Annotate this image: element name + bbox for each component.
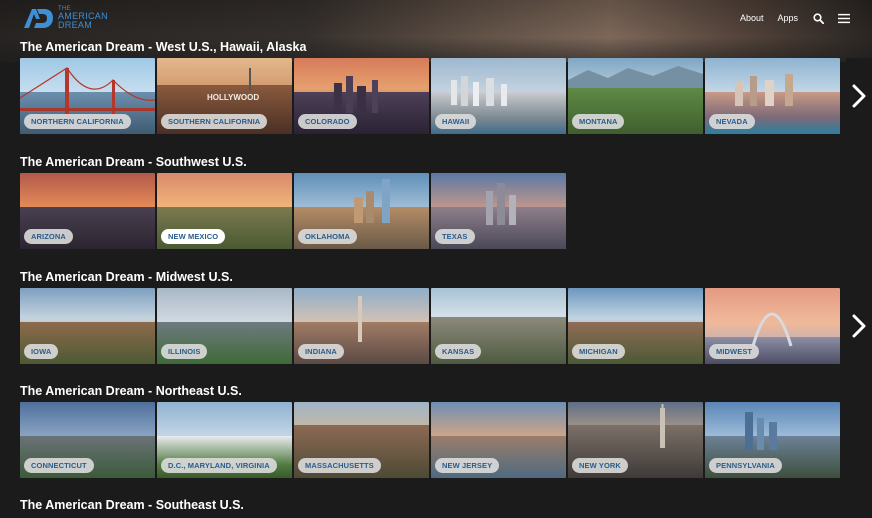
site-logo[interactable]: THE AMERICAN DREAM xyxy=(22,6,108,30)
tile-label: OKLAHOMA xyxy=(298,229,357,244)
section-title-southeast: The American Dream - Southeast U.S. xyxy=(20,498,244,512)
search-icon[interactable] xyxy=(812,12,824,24)
nav-about-link[interactable]: About xyxy=(740,13,764,23)
tile-row-west: NORTHERN CALIFORNIA HOLLYWOOD SOUTHERN C… xyxy=(20,58,872,134)
tile-montana[interactable]: MONTANA xyxy=(568,58,703,134)
tile-northern-california[interactable]: NORTHERN CALIFORNIA xyxy=(20,58,155,134)
nav-apps-link[interactable]: Apps xyxy=(777,13,798,23)
tile-label: D.C., MARYLAND, VIRGINIA xyxy=(161,458,277,473)
tile-label: NEW JERSEY xyxy=(435,458,500,473)
tile-label: MIDWEST xyxy=(709,344,760,359)
tile-pennsylvania[interactable]: PENNSYLVANIA xyxy=(705,402,840,478)
hamburger-menu-icon[interactable] xyxy=(838,12,850,24)
section-southwest: The American Dream - Southwest U.S. ARIZ… xyxy=(20,153,872,249)
tile-illinois[interactable]: ILLINOIS xyxy=(157,288,292,364)
section-northeast: The American Dream - Northeast U.S. CONN… xyxy=(20,382,872,478)
tile-label: COLORADO xyxy=(298,114,357,129)
logo-text-dream: DREAM xyxy=(58,20,93,30)
tile-midwest[interactable]: MIDWEST xyxy=(705,288,840,364)
tile-label: MASSACHUSETTS xyxy=(298,458,381,473)
section-title-northeast: The American Dream - Northeast U.S. xyxy=(20,384,242,398)
tile-michigan[interactable]: MICHIGAN xyxy=(568,288,703,364)
chevron-right-icon xyxy=(852,314,866,338)
tile-label: TEXAS xyxy=(435,229,475,244)
tile-connecticut[interactable]: CONNECTICUT xyxy=(20,402,155,478)
tile-label: SOUTHERN CALIFORNIA xyxy=(161,114,268,129)
tile-colorado[interactable]: COLORADO xyxy=(294,58,429,134)
svg-text:HOLLYWOOD: HOLLYWOOD xyxy=(207,93,259,102)
tile-indiana[interactable]: INDIANA xyxy=(294,288,429,364)
row-next-arrow-west[interactable] xyxy=(846,58,872,134)
top-navigation-bar: THE AMERICAN DREAM About Apps xyxy=(0,0,872,36)
tile-label: ARIZONA xyxy=(24,229,73,244)
tile-iowa[interactable]: IOWA xyxy=(20,288,155,364)
tile-texas[interactable]: TEXAS xyxy=(431,173,566,249)
tile-label: HAWAII xyxy=(435,114,477,129)
tile-dc-maryland-virginia[interactable]: D.C., MARYLAND, VIRGINIA xyxy=(157,402,292,478)
section-title-west: The American Dream - West U.S., Hawaii, … xyxy=(20,40,307,54)
tile-label: CONNECTICUT xyxy=(24,458,94,473)
tile-label: NEW MEXICO xyxy=(161,229,226,244)
main-nav: About Apps xyxy=(740,12,850,24)
tile-label: PENNSYLVANIA xyxy=(709,458,782,473)
section-title-midwest: The American Dream - Midwest U.S. xyxy=(20,270,233,284)
tile-label: KANSAS xyxy=(435,344,482,359)
tile-label: NEW YORK xyxy=(572,458,628,473)
logo-mark-icon xyxy=(24,9,53,28)
tile-row-northeast: CONNECTICUT D.C., MARYLAND, VIRGINIA MAS… xyxy=(20,402,872,478)
tile-kansas[interactable]: KANSAS xyxy=(431,288,566,364)
tile-label: IOWA xyxy=(24,344,59,359)
tile-row-southwest: ARIZONA NEW MEXICO OKLAHOMA TEXAS xyxy=(20,173,872,249)
tile-label: NORTHERN CALIFORNIA xyxy=(24,114,131,129)
section-southeast: The American Dream - Southeast U.S. xyxy=(20,496,872,514)
tile-label: ILLINOIS xyxy=(161,344,208,359)
tile-new-york[interactable]: NEW YORK xyxy=(568,402,703,478)
tile-massachusetts[interactable]: MASSACHUSETTS xyxy=(294,402,429,478)
tile-southern-california[interactable]: HOLLYWOOD SOUTHERN CALIFORNIA xyxy=(157,58,292,134)
chevron-right-icon xyxy=(852,84,866,108)
tile-hawaii[interactable]: HAWAII xyxy=(431,58,566,134)
tile-row-midwest: IOWA ILLINOIS INDIANA KANSAS MICHIGAN MI… xyxy=(20,288,872,364)
tile-label: MONTANA xyxy=(572,114,625,129)
section-title-southwest: The American Dream - Southwest U.S. xyxy=(20,155,247,169)
tile-label: NEVADA xyxy=(709,114,755,129)
tile-new-jersey[interactable]: NEW JERSEY xyxy=(431,402,566,478)
row-next-arrow-midwest[interactable] xyxy=(846,288,872,364)
section-midwest: The American Dream - Midwest U.S. IOWA I… xyxy=(20,268,872,364)
tile-label: MICHIGAN xyxy=(572,344,625,359)
tile-label: INDIANA xyxy=(298,344,344,359)
section-west: The American Dream - West U.S., Hawaii, … xyxy=(20,38,872,134)
tile-arizona[interactable]: ARIZONA xyxy=(20,173,155,249)
tile-new-mexico[interactable]: NEW MEXICO xyxy=(157,173,292,249)
tile-nevada[interactable]: NEVADA xyxy=(705,58,840,134)
tile-oklahoma[interactable]: OKLAHOMA xyxy=(294,173,429,249)
